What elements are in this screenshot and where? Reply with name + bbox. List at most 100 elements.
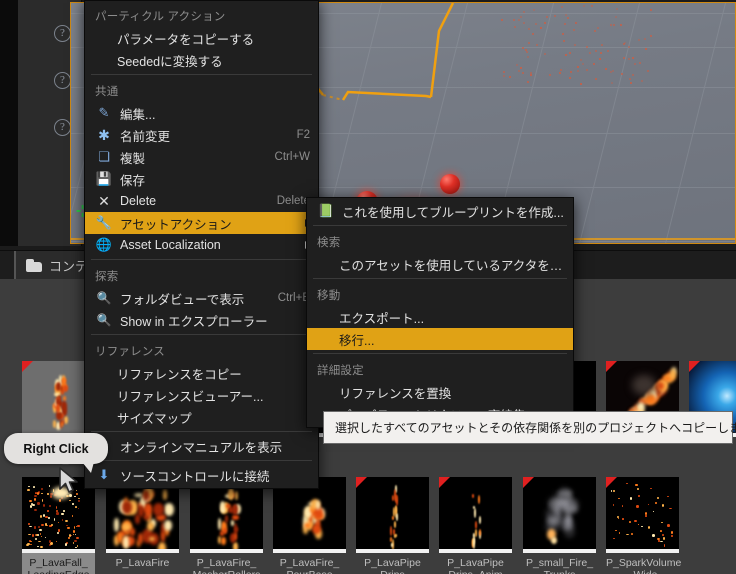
asset-label: P_LavaFire_ MasherRollers xyxy=(193,557,261,574)
mouse-cursor-icon xyxy=(59,467,78,493)
asset-actions-submenu[interactable]: 📗 これを使用してブループリントを作成... 検索このアセットを使用しているアクタを… xyxy=(306,197,574,428)
particle-preview xyxy=(606,477,679,553)
asset-thumbnail[interactable] xyxy=(606,477,679,553)
menu-item-edit-icon[interactable]: ✎ 編集... xyxy=(85,102,318,124)
asset-label: P_small_Fire_ Trunks xyxy=(525,557,594,574)
tab-content-browser-label: コンテ xyxy=(49,258,89,274)
asset-label: P_LavaPipe Drips_Anim xyxy=(447,557,504,574)
menu-section-header: 詳細設定 xyxy=(317,365,364,377)
asset-label: P_LavaPipe Drips xyxy=(364,557,421,574)
red-sphere-2 xyxy=(440,174,460,194)
magnifier-icon: 🔍 xyxy=(96,313,112,327)
menu-item-help-circle-icon[interactable]: ?オンラインマニュアルを表示 xyxy=(85,435,318,457)
menu-item-label: これを使用してブループリントを作成... xyxy=(342,205,564,220)
menu-separator xyxy=(91,259,312,260)
menu-item-magnifier-icon[interactable]: 🔍 フォルダビューで表示 Ctrl+B xyxy=(85,287,318,309)
asset-type-bar xyxy=(106,549,179,553)
source-control-icon: ⬇ xyxy=(98,467,110,482)
edit-icon: ✎ xyxy=(98,105,110,120)
menu-item-shortcut: F2 xyxy=(296,129,310,141)
menu-item-label: リファレンスビューアー... xyxy=(117,389,264,404)
menu-item-shortcut: Delete xyxy=(276,195,310,207)
asset-type-bar xyxy=(523,549,596,553)
menu-item-label: Seededに変換する xyxy=(117,54,223,69)
menu-item-plain[interactable]: このアセットを使用しているアクタを選択 xyxy=(307,253,573,275)
asset-type-bar xyxy=(22,549,95,553)
asset-type-bar xyxy=(439,549,512,553)
unsaved-marker-icon xyxy=(22,361,33,372)
menu-item-delete-icon[interactable]: ✕ Delete Delete xyxy=(85,190,318,212)
unsaved-marker-icon xyxy=(689,361,700,372)
menu-item-plain[interactable]: リファレンスをコピー xyxy=(85,362,318,384)
asset-tile[interactable]: P_small_Fire_ Trunks xyxy=(523,477,596,574)
unsaved-marker-icon xyxy=(606,361,617,372)
particle-preview xyxy=(439,477,512,553)
help-icon-3[interactable]: ? xyxy=(54,119,71,136)
unsaved-marker-icon xyxy=(439,477,450,488)
menu-item-plain[interactable]: エクスポート... xyxy=(307,306,573,328)
asset-thumbnail[interactable] xyxy=(523,477,596,553)
asset-type-bar xyxy=(273,549,346,553)
menu-item-plain[interactable]: パラメータをコピーする xyxy=(85,27,318,49)
menu-item-label: サイズマップ xyxy=(117,411,192,426)
menu-item-blueprint-icon[interactable]: 📗 これを使用してブループリントを作成... xyxy=(307,200,573,222)
tooltip-text: 選択したすべてのアセットとその依存関係を別のプロジェクトへコピーします xyxy=(335,421,736,435)
context-menu[interactable]: パーティクル アクション パラメータをコピーする Seededに変換する 共通 ✎ 編集.… xyxy=(84,0,319,489)
asset-tile[interactable]: P_LavaFire_ PourBase xyxy=(273,477,346,574)
menu-section-header: リファレンス xyxy=(95,346,165,358)
menu-item-label: 移行... xyxy=(339,333,375,348)
rename-icon: ✱ xyxy=(98,126,110,143)
menu-section-header: 検索 xyxy=(317,237,341,249)
menu-item-save-icon[interactable]: 💾 保存 xyxy=(85,168,318,190)
particle-preview xyxy=(356,477,429,553)
menu-item-magnifier-icon[interactable]: 🔍 Show in エクスプローラー xyxy=(85,309,318,331)
wrench-icon: 🔧 xyxy=(95,215,113,230)
menu-item-label: パラメータをコピーする xyxy=(117,32,255,47)
menu-item-duplicate-icon[interactable]: ❏ 複製 Ctrl+W xyxy=(85,146,318,168)
menu-item-wrench-icon[interactable]: 🔧 アセットアクション xyxy=(85,212,318,234)
menu-item-label: Show in エクスプローラー xyxy=(120,314,268,329)
blueprint-icon: 📗 xyxy=(317,203,335,218)
asset-thumbnail[interactable] xyxy=(439,477,512,553)
menu-item-label: このアセットを使用しているアクタを選択 xyxy=(339,258,565,273)
asset-type-bar xyxy=(606,549,679,553)
asset-type-bar xyxy=(356,549,429,553)
menu-item-label: Delete xyxy=(120,194,157,208)
menu-separator xyxy=(91,334,312,335)
particle-preview xyxy=(523,477,596,553)
globe-icon: 🌐 xyxy=(95,237,113,252)
right-click-callout-label: Right Click xyxy=(23,441,89,456)
menu-item-label: ソースコントロールに接続 xyxy=(120,469,270,484)
unsaved-marker-icon xyxy=(606,477,617,488)
asset-label: P_LavaFall_ LeadingEdge xyxy=(28,557,90,574)
menu-separator xyxy=(91,460,312,461)
asset-tile[interactable]: P_LavaPipe Drips xyxy=(356,477,429,574)
menu-item-rename-icon[interactable]: ✱ 名前変更 F2 xyxy=(85,124,318,146)
menu-item-label: フォルダビューで表示 xyxy=(120,292,245,307)
menu-item-plain[interactable]: サイズマップ xyxy=(85,406,318,428)
menu-item-source-control-icon[interactable]: ⬇ ソースコントロールに接続 xyxy=(85,464,318,486)
duplicate-icon: ❏ xyxy=(98,149,110,164)
menu-item-label: リファレンスを置換 xyxy=(339,386,452,401)
left-edge-strip xyxy=(0,0,18,246)
menu-item-plain[interactable]: Seededに変換する xyxy=(85,49,318,71)
menu-item-plain[interactable]: 移行... xyxy=(307,328,573,350)
tooltip: 選択したすべてのアセットとその依存関係を別のプロジェクトへコピーします xyxy=(323,411,736,444)
asset-tile[interactable]: P_SparkVolume _Wide xyxy=(606,477,681,574)
menu-section-header: 探索 xyxy=(95,271,119,283)
menu-item-plain[interactable]: リファレンスを置換 xyxy=(307,381,573,403)
right-click-callout: Right Click xyxy=(4,433,108,473)
menu-item-label: オンラインマニュアルを表示 xyxy=(120,440,283,455)
menu-item-plain[interactable]: リファレンスビューアー... xyxy=(85,384,318,406)
asset-tile[interactable]: P_LavaFire_ MasherRollers xyxy=(190,477,263,574)
menu-item-label: Asset Localization xyxy=(120,238,221,252)
help-icon-2[interactable]: ? xyxy=(54,72,71,89)
help-icon-1[interactable]: ? xyxy=(54,25,71,42)
menu-item-globe-icon[interactable]: 🌐 Asset Localization xyxy=(85,234,318,256)
asset-type-bar xyxy=(190,549,263,553)
menu-separator xyxy=(313,225,567,226)
asset-thumbnail[interactable] xyxy=(356,477,429,553)
asset-tile[interactable]: P_LavaFire xyxy=(106,477,179,569)
menu-item-label: 編集... xyxy=(120,107,156,122)
asset-tile[interactable]: P_LavaPipe Drips_Anim xyxy=(439,477,512,574)
